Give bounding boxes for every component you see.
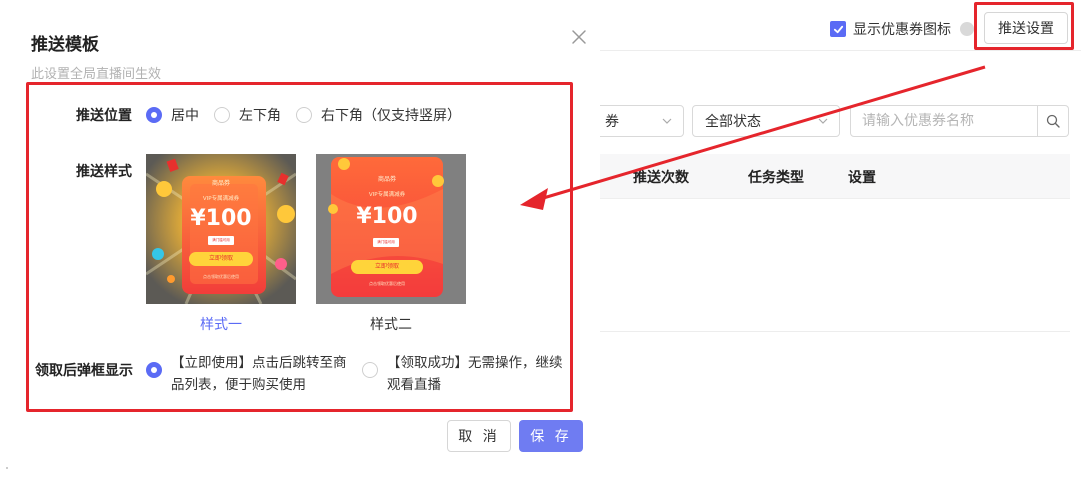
chevron-down-icon [662,118,672,124]
coupon-heading: 商品券 [211,180,230,187]
search-button[interactable] [1038,105,1069,137]
radio-unchecked-icon [296,107,312,123]
coupon-claim-button: 立即领取 [351,260,423,274]
modal-subtitle: 此设置全局直播间生效 [31,67,162,82]
top-bar-divider [600,50,1081,51]
column-header-settings: 设置 [848,170,876,186]
radio-unchecked-icon [362,362,378,378]
coupon-search [850,105,1069,137]
after-claim-option-use-now[interactable]: 【立即使用】点击后跳转至商品列表，便于购买使用 [146,352,353,396]
position-option-label: 居中 [171,108,199,124]
cancel-button[interactable]: 取 消 [447,420,511,452]
decorative-dot [6,467,8,469]
after-claim-option-text: 【领取成功】无需操作，继续观看直播 [387,355,563,393]
coupon-footer: 点击领取优惠后使用 [369,281,405,286]
coupon-table-header: 推送次数 任务类型 设置 [600,154,1070,199]
position-option-bottom-left[interactable]: 左下角 [214,105,281,125]
after-claim-option-claim-success[interactable]: 【领取成功】无需操作，继续观看直播 [362,352,569,396]
coupon-subheading: VIP专属满减券 [202,196,240,202]
coupon-amount: ¥100 [190,206,252,231]
table-divider [600,331,1070,332]
radio-unchecked-icon [214,107,230,123]
chevron-down-icon [818,118,828,124]
status-select[interactable]: 全部状态 [692,105,840,137]
save-button[interactable]: 保 存 [519,420,583,452]
position-option-label: 左下角 [239,108,281,124]
coupon-tag: 满门槛可用 [373,238,399,247]
column-header-task-type: 任务类型 [748,170,804,186]
modal-title: 推送模板 [31,35,99,55]
status-select-value: 全部状态 [705,114,761,130]
search-icon [1046,114,1060,128]
style-two-preview[interactable]: 商品券 VIP专属满减券 ¥100 满门槛可用 立即领取 点击领取优惠后使用 [316,154,466,304]
column-header-push-count: 推送次数 [633,170,689,186]
coupon-claim-button: 立即领取 [189,252,253,266]
check-icon [833,25,843,33]
help-icon[interactable] [960,22,974,36]
radio-checked-icon [146,107,162,123]
coupon-type-select-value: 券 [605,114,619,130]
position-option-bottom-right[interactable]: 右下角（仅支持竖屏） [296,105,461,125]
after-claim-option-text: 【立即使用】点击后跳转至商品列表，便于购买使用 [171,355,347,393]
checkbox-checked-icon[interactable] [830,21,846,37]
radio-checked-icon [146,362,162,378]
close-icon[interactable] [570,28,588,46]
position-option-label: 右下角（仅支持竖屏） [321,108,461,124]
position-option-center[interactable]: 居中 [146,105,199,125]
coupon-footer: 点击领取优惠后使用 [203,274,239,279]
coupon-type-select[interactable]: 券 [590,105,684,137]
push-position-label: 推送位置 [76,108,132,124]
push-style-label: 推送样式 [76,164,132,180]
coupon-tag: 满门槛可用 [208,236,234,245]
coupon-amount: ¥100 [356,204,418,229]
push-template-modal: 推送模板 此设置全局直播间生效 推送位置 居中 左下角 右下角（仅支持竖屏） 推… [0,0,600,501]
annotation-highlight-push-settings [974,2,1074,50]
style-two-caption[interactable]: 样式二 [316,314,466,334]
after-claim-popup-label: 领取后弹框显示 [35,363,133,379]
show-coupon-icon-label: 显示优惠券图标 [853,22,951,38]
show-coupon-icon-toggle[interactable]: 显示优惠券图标 [830,19,974,39]
style-one-preview[interactable]: 商品券 VIP专属满减券 ¥100 满门槛可用 立即领取 点击领取优惠后使用 [146,154,296,304]
style-one-caption[interactable]: 样式一 [146,314,296,334]
coupon-search-input[interactable] [850,105,1038,137]
coupon-heading: 商品券 [377,176,396,183]
coupon-subheading: VIP专属满减券 [368,192,406,198]
